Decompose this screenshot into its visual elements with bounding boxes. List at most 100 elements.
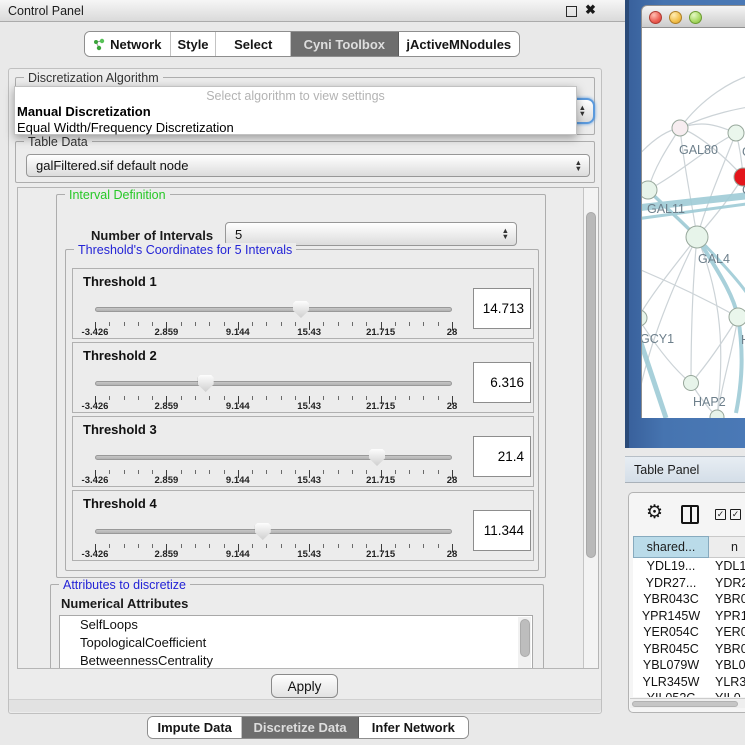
table-cell[interactable]: YLR3 bbox=[709, 674, 745, 691]
table-cell[interactable]: YBR045C bbox=[633, 641, 709, 658]
network-window-titlebar[interactable] bbox=[641, 5, 745, 28]
settings-scrollbar[interactable] bbox=[583, 188, 598, 668]
tick-label: 15.43 bbox=[297, 475, 321, 486]
table-cell[interactable]: YBR043C bbox=[633, 591, 709, 608]
table-cell[interactable]: YDR2 bbox=[709, 575, 745, 592]
threshold-1-slider-handle[interactable] bbox=[293, 301, 309, 318]
threshold-4-value-field[interactable]: 11.344 bbox=[473, 510, 531, 551]
node-label-gal80: GAL80 bbox=[679, 143, 718, 157]
table-cell[interactable]: YPR1 bbox=[709, 608, 745, 625]
network-node-right[interactable] bbox=[729, 308, 745, 326]
slider-track[interactable] bbox=[95, 307, 452, 312]
algorithm-popup-hint: Select algorithm to view settings bbox=[15, 89, 576, 103]
table-cell[interactable]: YDL1 bbox=[709, 558, 745, 575]
close-traffic-light-icon[interactable] bbox=[649, 11, 662, 24]
algorithm-option-manual[interactable]: Manual Discretization bbox=[17, 104, 151, 119]
slider-track[interactable] bbox=[95, 529, 452, 534]
tab-jactivemnodules[interactable]: jActiveMNodules bbox=[399, 32, 519, 56]
list-scrollbar-thumb[interactable] bbox=[520, 619, 530, 657]
table-cell[interactable]: YIL052C bbox=[633, 690, 709, 697]
network-node-gal80[interactable] bbox=[672, 120, 688, 136]
table-row[interactable]: YBL079W YBL0 bbox=[633, 657, 745, 674]
table-row[interactable]: YDL19... YDL1 bbox=[633, 558, 745, 575]
tab-select[interactable]: Select bbox=[216, 32, 291, 56]
threshold-2-slider[interactable] bbox=[95, 375, 452, 393]
table-cell[interactable]: YBL0 bbox=[709, 657, 745, 674]
tab-jactivemnodules-label: jActiveMNodules bbox=[406, 37, 511, 52]
tab-cyni-toolbox[interactable]: Cyni Toolbox bbox=[291, 32, 399, 56]
table-cell[interactable]: YBR0 bbox=[709, 641, 745, 658]
checkbox-icon[interactable]: ✓ bbox=[730, 509, 741, 520]
table-cell[interactable]: YDL19... bbox=[633, 558, 709, 575]
column-header-name[interactable]: n bbox=[709, 536, 745, 558]
show-columns-icon[interactable] bbox=[681, 505, 699, 524]
threshold-2-slider-handle[interactable] bbox=[198, 375, 214, 392]
table-cell[interactable]: YLR345W bbox=[633, 674, 709, 691]
table-header-row: shared... n bbox=[633, 536, 745, 558]
threshold-3-slider[interactable] bbox=[95, 449, 452, 467]
table-row[interactable]: YER054C YER0 bbox=[633, 624, 745, 641]
thresholds-group: Threshold's Coordinates for 5 Intervals … bbox=[65, 249, 539, 571]
tick-label: 2.859 bbox=[155, 327, 179, 338]
gear-icon[interactable]: ⚙ bbox=[646, 501, 663, 524]
table-cell[interactable]: YPR145W bbox=[633, 608, 709, 625]
tick-label: 21.715 bbox=[366, 327, 395, 338]
list-item[interactable]: SelfLoops bbox=[60, 616, 532, 634]
table-row[interactable]: YLR345W YLR3 bbox=[633, 674, 745, 691]
combo-arrows-icon: ▲▼ bbox=[502, 223, 509, 245]
table-cell[interactable]: YER0 bbox=[709, 624, 745, 641]
threshold-4-slider[interactable] bbox=[95, 523, 452, 541]
minimize-traffic-light-icon[interactable] bbox=[669, 11, 682, 24]
table-horizontal-scrollbar-thumb[interactable] bbox=[632, 701, 738, 708]
threshold-2-value-field[interactable]: 6.316 bbox=[473, 362, 531, 403]
list-item[interactable]: BetweennessCentrality bbox=[60, 652, 532, 669]
threshold-3-label: Threshold 3 bbox=[83, 422, 157, 437]
list-scrollbar[interactable] bbox=[518, 617, 531, 669]
table-row[interactable]: YPR145W YPR1 bbox=[633, 608, 745, 625]
tab-network[interactable]: Network bbox=[85, 32, 171, 56]
table-cell[interactable]: YBR0 bbox=[709, 591, 745, 608]
threshold-4-slider-handle[interactable] bbox=[255, 523, 271, 540]
numerical-attributes-list[interactable]: SelfLoops TopologicalCoefficient Between… bbox=[59, 615, 533, 669]
settings-scrollbar-thumb[interactable] bbox=[586, 212, 596, 558]
slider-track[interactable] bbox=[95, 381, 452, 386]
network-node-top-right[interactable] bbox=[728, 125, 744, 141]
threshold-1-value-field[interactable]: 14.713 bbox=[473, 288, 531, 329]
tab-discretize-data[interactable]: Discretize Data bbox=[242, 717, 358, 738]
float-window-icon[interactable] bbox=[566, 6, 577, 17]
threshold-1-slider[interactable] bbox=[95, 301, 452, 319]
table-cell[interactable]: YIL0 bbox=[709, 690, 741, 697]
tick-label: 21.715 bbox=[366, 475, 395, 486]
table-cell[interactable]: YBL079W bbox=[633, 657, 709, 674]
close-icon[interactable]: ✖ bbox=[585, 2, 596, 18]
network-node-gal4[interactable] bbox=[686, 226, 708, 248]
slider-track[interactable] bbox=[95, 455, 452, 460]
apply-button[interactable]: Apply bbox=[271, 674, 338, 698]
network-node-hap2[interactable] bbox=[684, 376, 699, 391]
tab-style[interactable]: Style bbox=[171, 32, 217, 56]
tick-label: 21.715 bbox=[366, 401, 395, 412]
network-canvas[interactable]: GAL80 GA GAL11 C GAL4 GCY1 H HAP2 bbox=[641, 28, 745, 418]
list-item[interactable]: TopologicalCoefficient bbox=[60, 634, 532, 652]
threshold-3-value-field[interactable]: 21.4 bbox=[473, 436, 531, 477]
table-cell[interactable]: YER054C bbox=[633, 624, 709, 641]
table-row[interactable]: YDR27... YDR2 bbox=[633, 575, 745, 592]
algorithm-option-equal-width[interactable]: Equal Width/Frequency Discretization bbox=[17, 120, 234, 135]
slider-tick-labels: -3.426 2.859 9.144 15.43 21.715 28 bbox=[95, 475, 452, 486]
table-cell[interactable]: YDR27... bbox=[633, 575, 709, 592]
network-node-gcy1[interactable] bbox=[642, 310, 647, 326]
tab-impute-data[interactable]: Impute Data bbox=[148, 717, 242, 738]
column-header-shared-name[interactable]: shared... bbox=[633, 536, 709, 558]
table-row[interactable]: YBR043C YBR0 bbox=[633, 591, 745, 608]
network-node-gal11[interactable] bbox=[642, 181, 657, 199]
table-data-combobox[interactable]: galFiltered.sif default node ▲▼ bbox=[26, 154, 590, 177]
table-horizontal-scrollbar[interactable] bbox=[630, 698, 745, 708]
zoom-traffic-light-icon[interactable] bbox=[689, 11, 702, 24]
tab-infer-network[interactable]: Infer Network bbox=[359, 717, 468, 738]
checkbox-icon[interactable]: ✓ bbox=[715, 509, 726, 520]
network-graph: GAL80 GA GAL11 C GAL4 GCY1 H HAP2 bbox=[642, 28, 745, 418]
attributes-group: Attributes to discretize Numerical Attri… bbox=[50, 584, 544, 669]
table-row[interactable]: YIL052C YIL0 bbox=[633, 690, 745, 697]
threshold-3-slider-handle[interactable] bbox=[369, 449, 385, 466]
table-row[interactable]: YBR045C YBR0 bbox=[633, 641, 745, 658]
